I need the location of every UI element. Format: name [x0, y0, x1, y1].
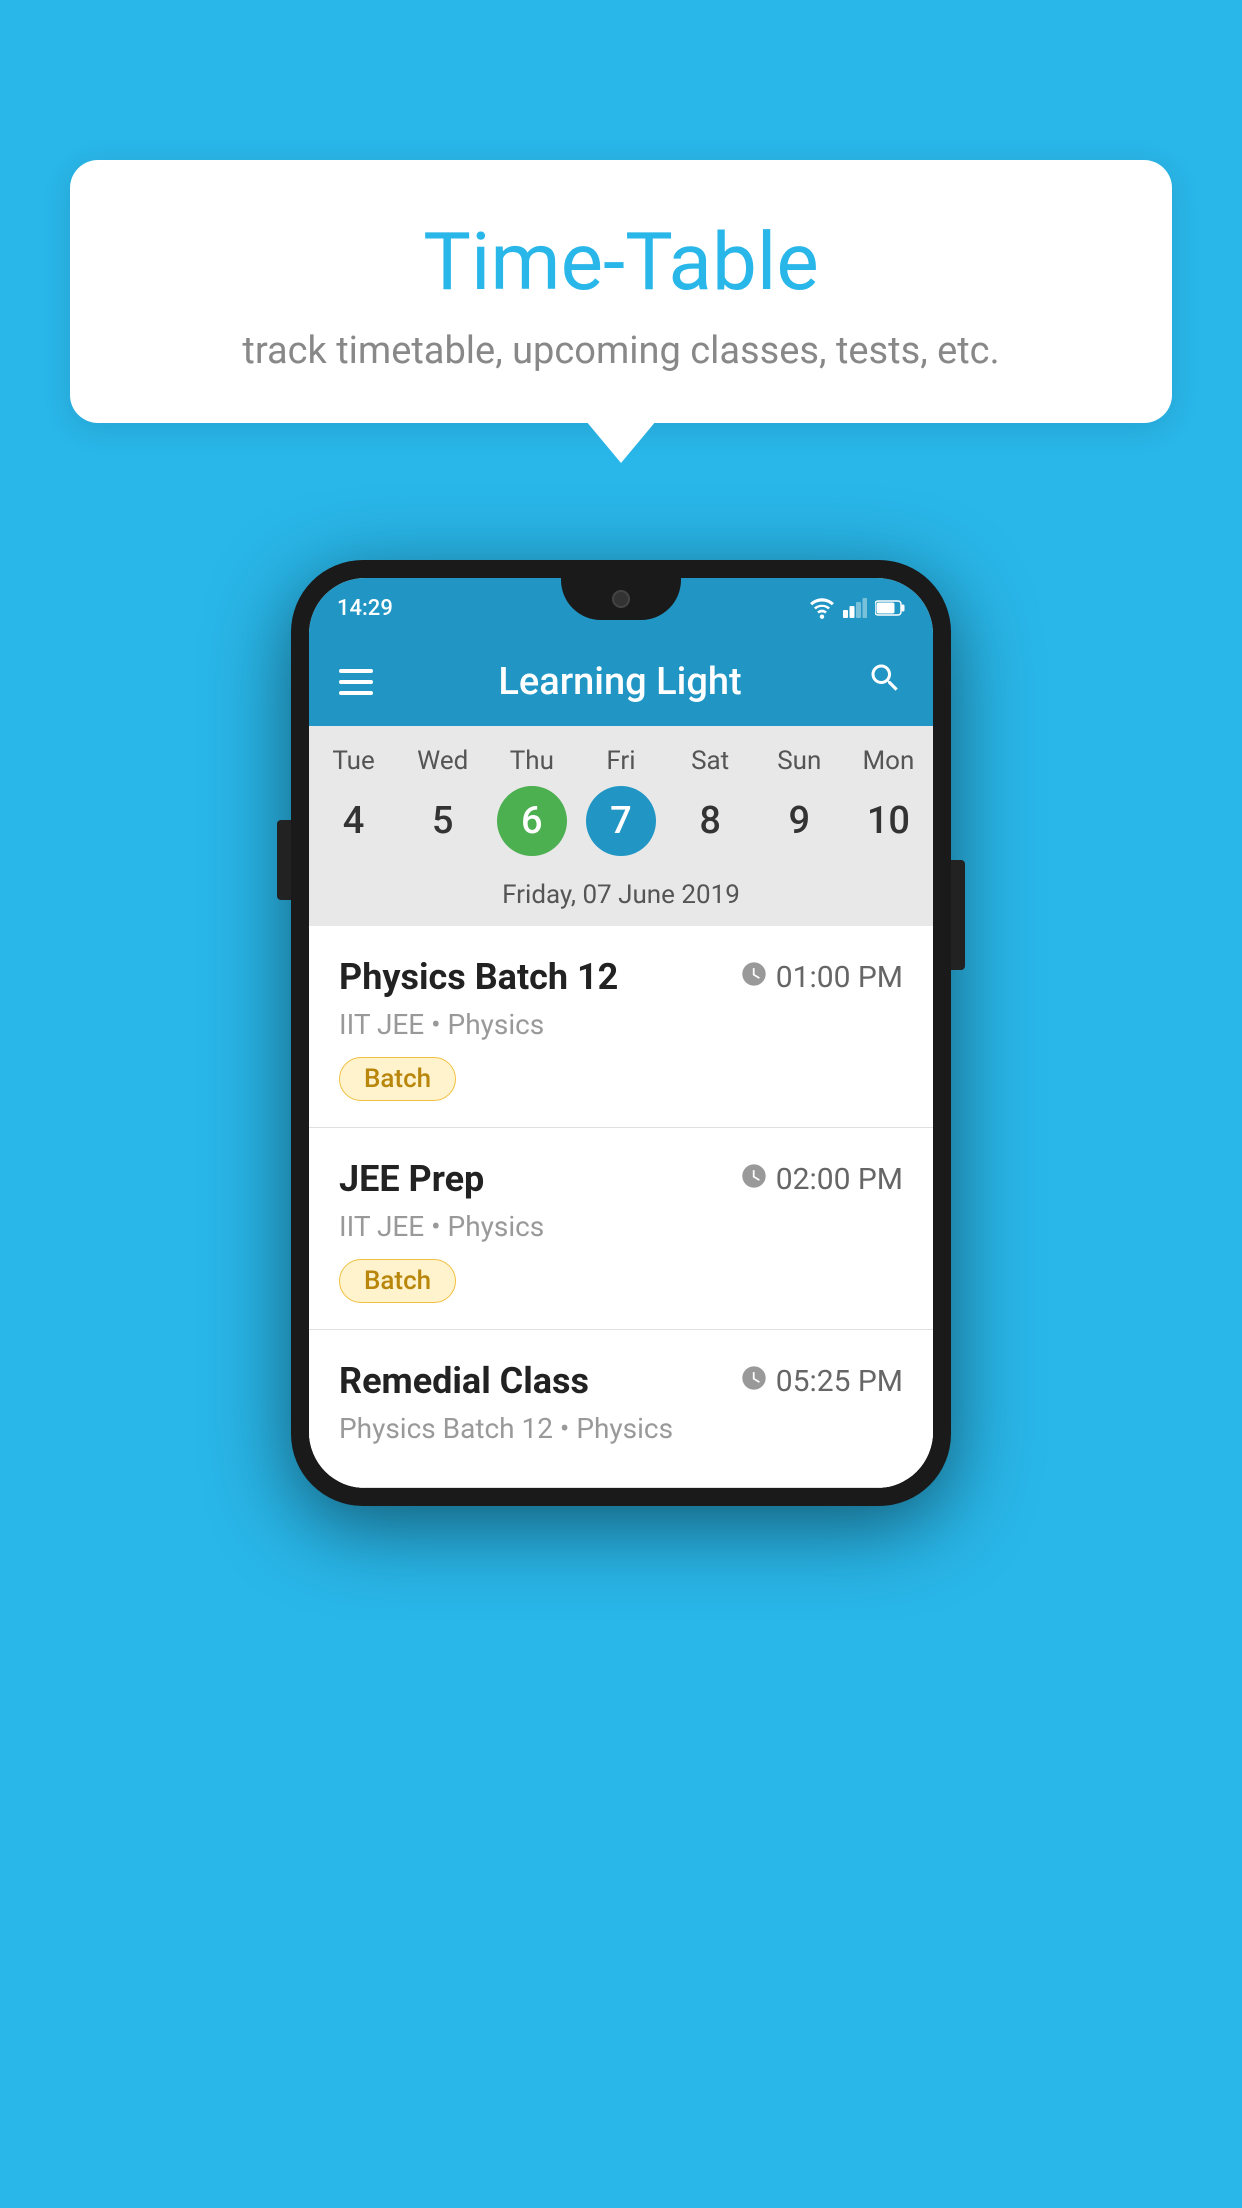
- clock-icon-1: [740, 960, 768, 995]
- notch-cutout: [561, 578, 681, 620]
- schedule-item-3-header: Remedial Class 05:25 PM: [339, 1360, 903, 1402]
- day-tue: Tue: [309, 746, 398, 776]
- schedule-item-3-time: 05:25 PM: [740, 1364, 903, 1399]
- phone-mockup: 14:29: [291, 560, 951, 1506]
- battery-icon: [875, 599, 905, 617]
- day-sat: Sat: [666, 746, 755, 776]
- hamburger-menu-icon[interactable]: [339, 669, 373, 695]
- days-row: Tue Wed Thu Fri Sat Sun Mon: [309, 746, 933, 786]
- search-button[interactable]: [867, 660, 903, 705]
- tooltip-card: Time-Table track timetable, upcoming cla…: [70, 160, 1172, 423]
- schedule-item-1[interactable]: Physics Batch 12 01:00 PM IIT JEE • Phys…: [309, 926, 933, 1128]
- date-5[interactable]: 5: [398, 786, 487, 856]
- status-bar: 14:29: [309, 578, 933, 638]
- selected-date-label: Friday, 07 June 2019: [309, 870, 933, 926]
- tooltip-subtitle: track timetable, upcoming classes, tests…: [130, 329, 1112, 373]
- batch-tag-2: Batch: [339, 1259, 456, 1303]
- schedule-item-1-title: Physics Batch 12: [339, 956, 618, 998]
- wifi-icon: [809, 597, 835, 619]
- day-sun: Sun: [755, 746, 844, 776]
- schedule-item-2-header: JEE Prep 02:00 PM: [339, 1158, 903, 1200]
- date-9[interactable]: 9: [755, 786, 844, 856]
- date-8[interactable]: 8: [666, 786, 755, 856]
- schedule-item-1-time: 01:00 PM: [740, 960, 903, 995]
- clock-icon-2: [740, 1162, 768, 1197]
- schedule-item-1-header: Physics Batch 12 01:00 PM: [339, 956, 903, 998]
- dates-row: 4 5 6 7 8 9 10: [309, 786, 933, 870]
- app-bar-title: Learning Light: [498, 660, 741, 704]
- schedule-item-2-title: JEE Prep: [339, 1158, 484, 1200]
- day-thu: Thu: [487, 746, 576, 776]
- schedule-item-2-sub: IIT JEE • Physics: [339, 1210, 903, 1243]
- schedule-item-2[interactable]: JEE Prep 02:00 PM IIT JEE • Physics Batc…: [309, 1128, 933, 1330]
- schedule-item-3-title: Remedial Class: [339, 1360, 589, 1402]
- schedule-item-1-sub: IIT JEE • Physics: [339, 1008, 903, 1041]
- day-fri: Fri: [576, 746, 665, 776]
- date-10[interactable]: 10: [844, 786, 933, 856]
- clock-icon-3: [740, 1364, 768, 1399]
- camera: [612, 590, 630, 608]
- schedule-item-3[interactable]: Remedial Class 05:25 PM Physics Batch 12…: [309, 1330, 933, 1488]
- status-time: 14:29: [337, 596, 393, 621]
- status-icons: [809, 597, 905, 619]
- date-6-today[interactable]: 6: [497, 786, 567, 856]
- schedule-item-2-time: 02:00 PM: [740, 1162, 903, 1197]
- calendar-strip: Tue Wed Thu Fri Sat Sun Mon 4 5 6 7 8 9 …: [309, 726, 933, 926]
- app-bar: Learning Light: [309, 638, 933, 726]
- signal-icon: [843, 597, 867, 619]
- date-7-selected[interactable]: 7: [586, 786, 656, 856]
- schedule-list: Physics Batch 12 01:00 PM IIT JEE • Phys…: [309, 926, 933, 1488]
- batch-tag-1: Batch: [339, 1057, 456, 1101]
- phone-screen: 14:29: [309, 578, 933, 1488]
- schedule-item-3-sub: Physics Batch 12 • Physics: [339, 1412, 903, 1445]
- day-mon: Mon: [844, 746, 933, 776]
- day-wed: Wed: [398, 746, 487, 776]
- tooltip-title: Time-Table: [130, 215, 1112, 309]
- date-4[interactable]: 4: [309, 786, 398, 856]
- phone-outer: 14:29: [291, 560, 951, 1506]
